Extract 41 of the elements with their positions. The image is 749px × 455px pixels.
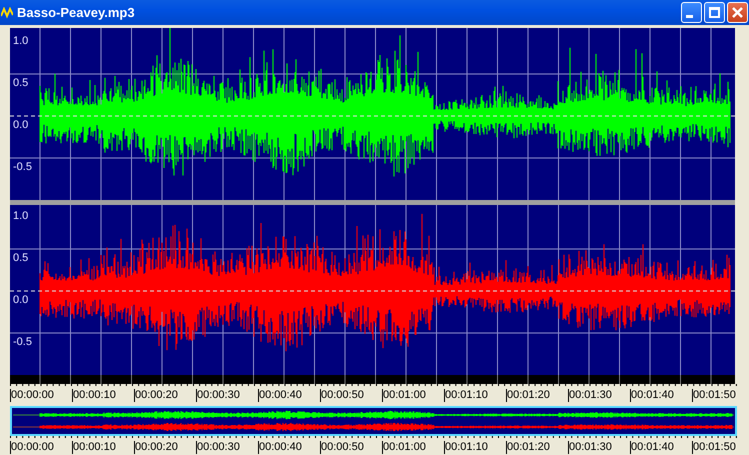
time-label: 00:01:40 bbox=[630, 441, 692, 454]
time-label: 00:00:00 bbox=[10, 441, 72, 454]
time-label: 00:01:10 bbox=[444, 389, 506, 402]
axis-label: -0.5 bbox=[13, 161, 32, 173]
minimize-icon bbox=[686, 15, 693, 18]
time-label: 00:00:40 bbox=[258, 389, 320, 402]
maximize-icon bbox=[709, 7, 720, 18]
time-label: 00:01:20 bbox=[506, 389, 568, 402]
time-label: 00:01:30 bbox=[568, 389, 630, 402]
close-icon bbox=[732, 7, 743, 18]
time-label: 00:01:50 bbox=[692, 441, 749, 454]
time-label: 00:01:20 bbox=[506, 441, 568, 454]
wave-icon bbox=[1, 6, 13, 18]
time-label: 00:01:10 bbox=[444, 441, 506, 454]
time-label: 00:01:30 bbox=[568, 441, 630, 454]
axis-label: 0.5 bbox=[13, 252, 28, 264]
time-label: 00:00:30 bbox=[196, 441, 258, 454]
time-label: 00:00:10 bbox=[72, 389, 134, 402]
window-title: Basso-Peavey.mp3 bbox=[17, 5, 136, 20]
axis-label: 0.5 bbox=[13, 77, 28, 89]
axis-label: -0.5 bbox=[13, 336, 32, 348]
time-label: 00:00:50 bbox=[320, 441, 382, 454]
time-label: 00:00:00 bbox=[10, 389, 72, 402]
minimize-button[interactable] bbox=[681, 2, 702, 23]
axis-label: 1.0 bbox=[13, 35, 28, 47]
time-label: 00:00:30 bbox=[196, 389, 258, 402]
axis-label: 0.0 bbox=[13, 294, 28, 306]
time-label: 00:00:10 bbox=[72, 441, 134, 454]
time-label: 00:00:40 bbox=[258, 441, 320, 454]
maximize-button[interactable] bbox=[704, 2, 725, 23]
time-label: 00:01:00 bbox=[382, 441, 444, 454]
overview-panel[interactable] bbox=[10, 406, 737, 436]
time-label: 00:01:40 bbox=[630, 389, 692, 402]
time-label: 00:00:20 bbox=[134, 441, 196, 454]
time-label: 00:01:50 bbox=[692, 389, 749, 402]
time-label: 00:00:20 bbox=[134, 389, 196, 402]
close-button[interactable] bbox=[727, 2, 748, 23]
axis-label: 1.0 bbox=[13, 210, 28, 222]
time-label: 00:01:00 bbox=[382, 389, 444, 402]
axis-label: 0.0 bbox=[13, 119, 28, 131]
time-label: 00:00:50 bbox=[320, 389, 382, 402]
